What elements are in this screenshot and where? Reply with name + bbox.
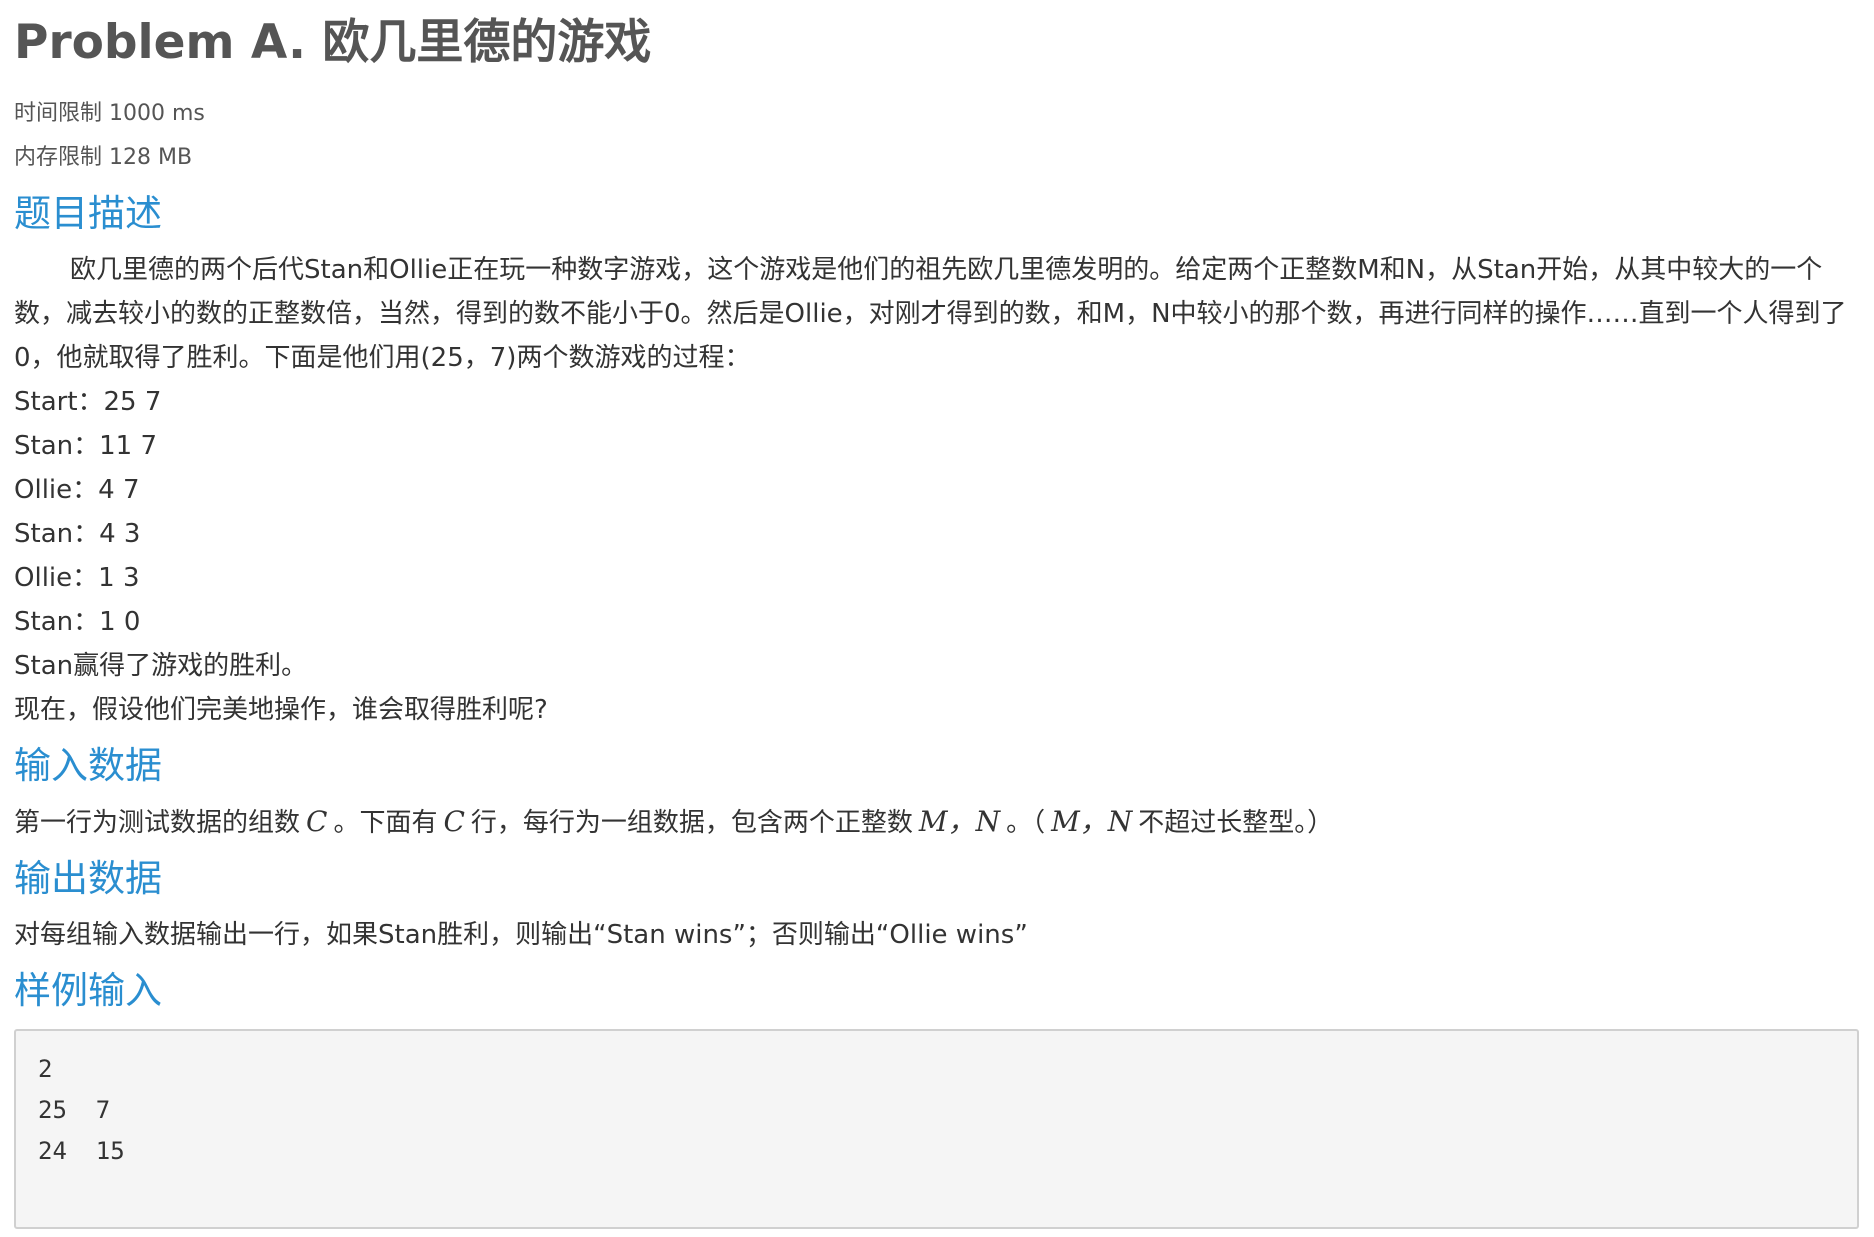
input-text-part: 。下面有 xyxy=(333,808,438,838)
time-limit: 时间限制 1000 ms xyxy=(14,101,205,126)
sample-input-box[interactable]: 2 25 7 24 15 xyxy=(14,1029,1859,1229)
output-text: 对每组输入数据输出一行，如果Stan胜利，则输出“Stan wins”；否则输出… xyxy=(14,920,1028,950)
math-var-c: C xyxy=(306,805,328,838)
input-text-part: 行，每行为一组数据，包含两个正整数 xyxy=(470,808,913,838)
input-text-part: 不超过长整型。） xyxy=(1138,808,1334,838)
input-description: 第一行为测试数据的组数 C 。下面有 C 行，每行为一组数据，包含两个正整数 M，N 。（ M… xyxy=(14,800,1860,845)
game-step: Ollie：4 7 xyxy=(14,475,140,505)
input-heading: 输入数据 xyxy=(14,744,162,787)
game-question: 现在，假设他们完美地操作，谁会取得胜利呢? xyxy=(14,695,548,725)
game-step: Stan：1 0 xyxy=(14,607,141,637)
input-text-part: 。（ xyxy=(1006,808,1046,838)
output-heading: 输出数据 xyxy=(14,857,162,900)
problem-page: Problem A. 欧几里德的游戏 时间限制 1000 ms 内存限制 128… xyxy=(0,0,1874,1237)
output-description: 对每组输入数据输出一行，如果Stan胜利，则输出“Stan wins”；否则输出… xyxy=(14,913,1860,957)
problem-title: Problem A. 欧几里德的游戏 xyxy=(14,15,652,70)
math-var-mn: M，N xyxy=(918,805,1001,838)
sample-input-line: 24 15 xyxy=(38,1137,125,1165)
sample-input-line: 25 7 xyxy=(38,1096,111,1124)
description-heading: 题目描述 xyxy=(14,192,162,235)
description-body: 欧几里德的两个后代Stan和Ollie正在玩一种数字游戏，这个游戏是他们的祖先欧… xyxy=(14,248,1860,732)
game-result: Stan赢得了游戏的胜利。 xyxy=(14,651,308,681)
input-text: 第一行为测试数据的组数 C 。下面有 C 行，每行为一组数据，包含两个正整数 M，N 。（ M… xyxy=(14,800,1860,845)
math-var-c: C xyxy=(443,805,465,838)
game-step: Stan：4 3 xyxy=(14,519,141,549)
input-text-part: 第一行为测试数据的组数 xyxy=(14,808,301,838)
game-step: Start：25 7 xyxy=(14,387,162,417)
game-step: Stan：11 7 xyxy=(14,431,158,461)
description-paragraph: 欧几里德的两个后代Stan和Ollie正在玩一种数字游戏，这个游戏是他们的祖先欧… xyxy=(14,255,1847,373)
limits-block: 时间限制 1000 ms 内存限制 128 MB xyxy=(14,92,1860,180)
math-var-mn: M，N xyxy=(1051,805,1133,838)
game-step: Ollie：1 3 xyxy=(14,563,140,593)
sample-input-line: 2 xyxy=(38,1055,53,1083)
sample-input-heading: 样例输入 xyxy=(14,969,162,1012)
memory-limit: 内存限制 128 MB xyxy=(14,145,193,170)
